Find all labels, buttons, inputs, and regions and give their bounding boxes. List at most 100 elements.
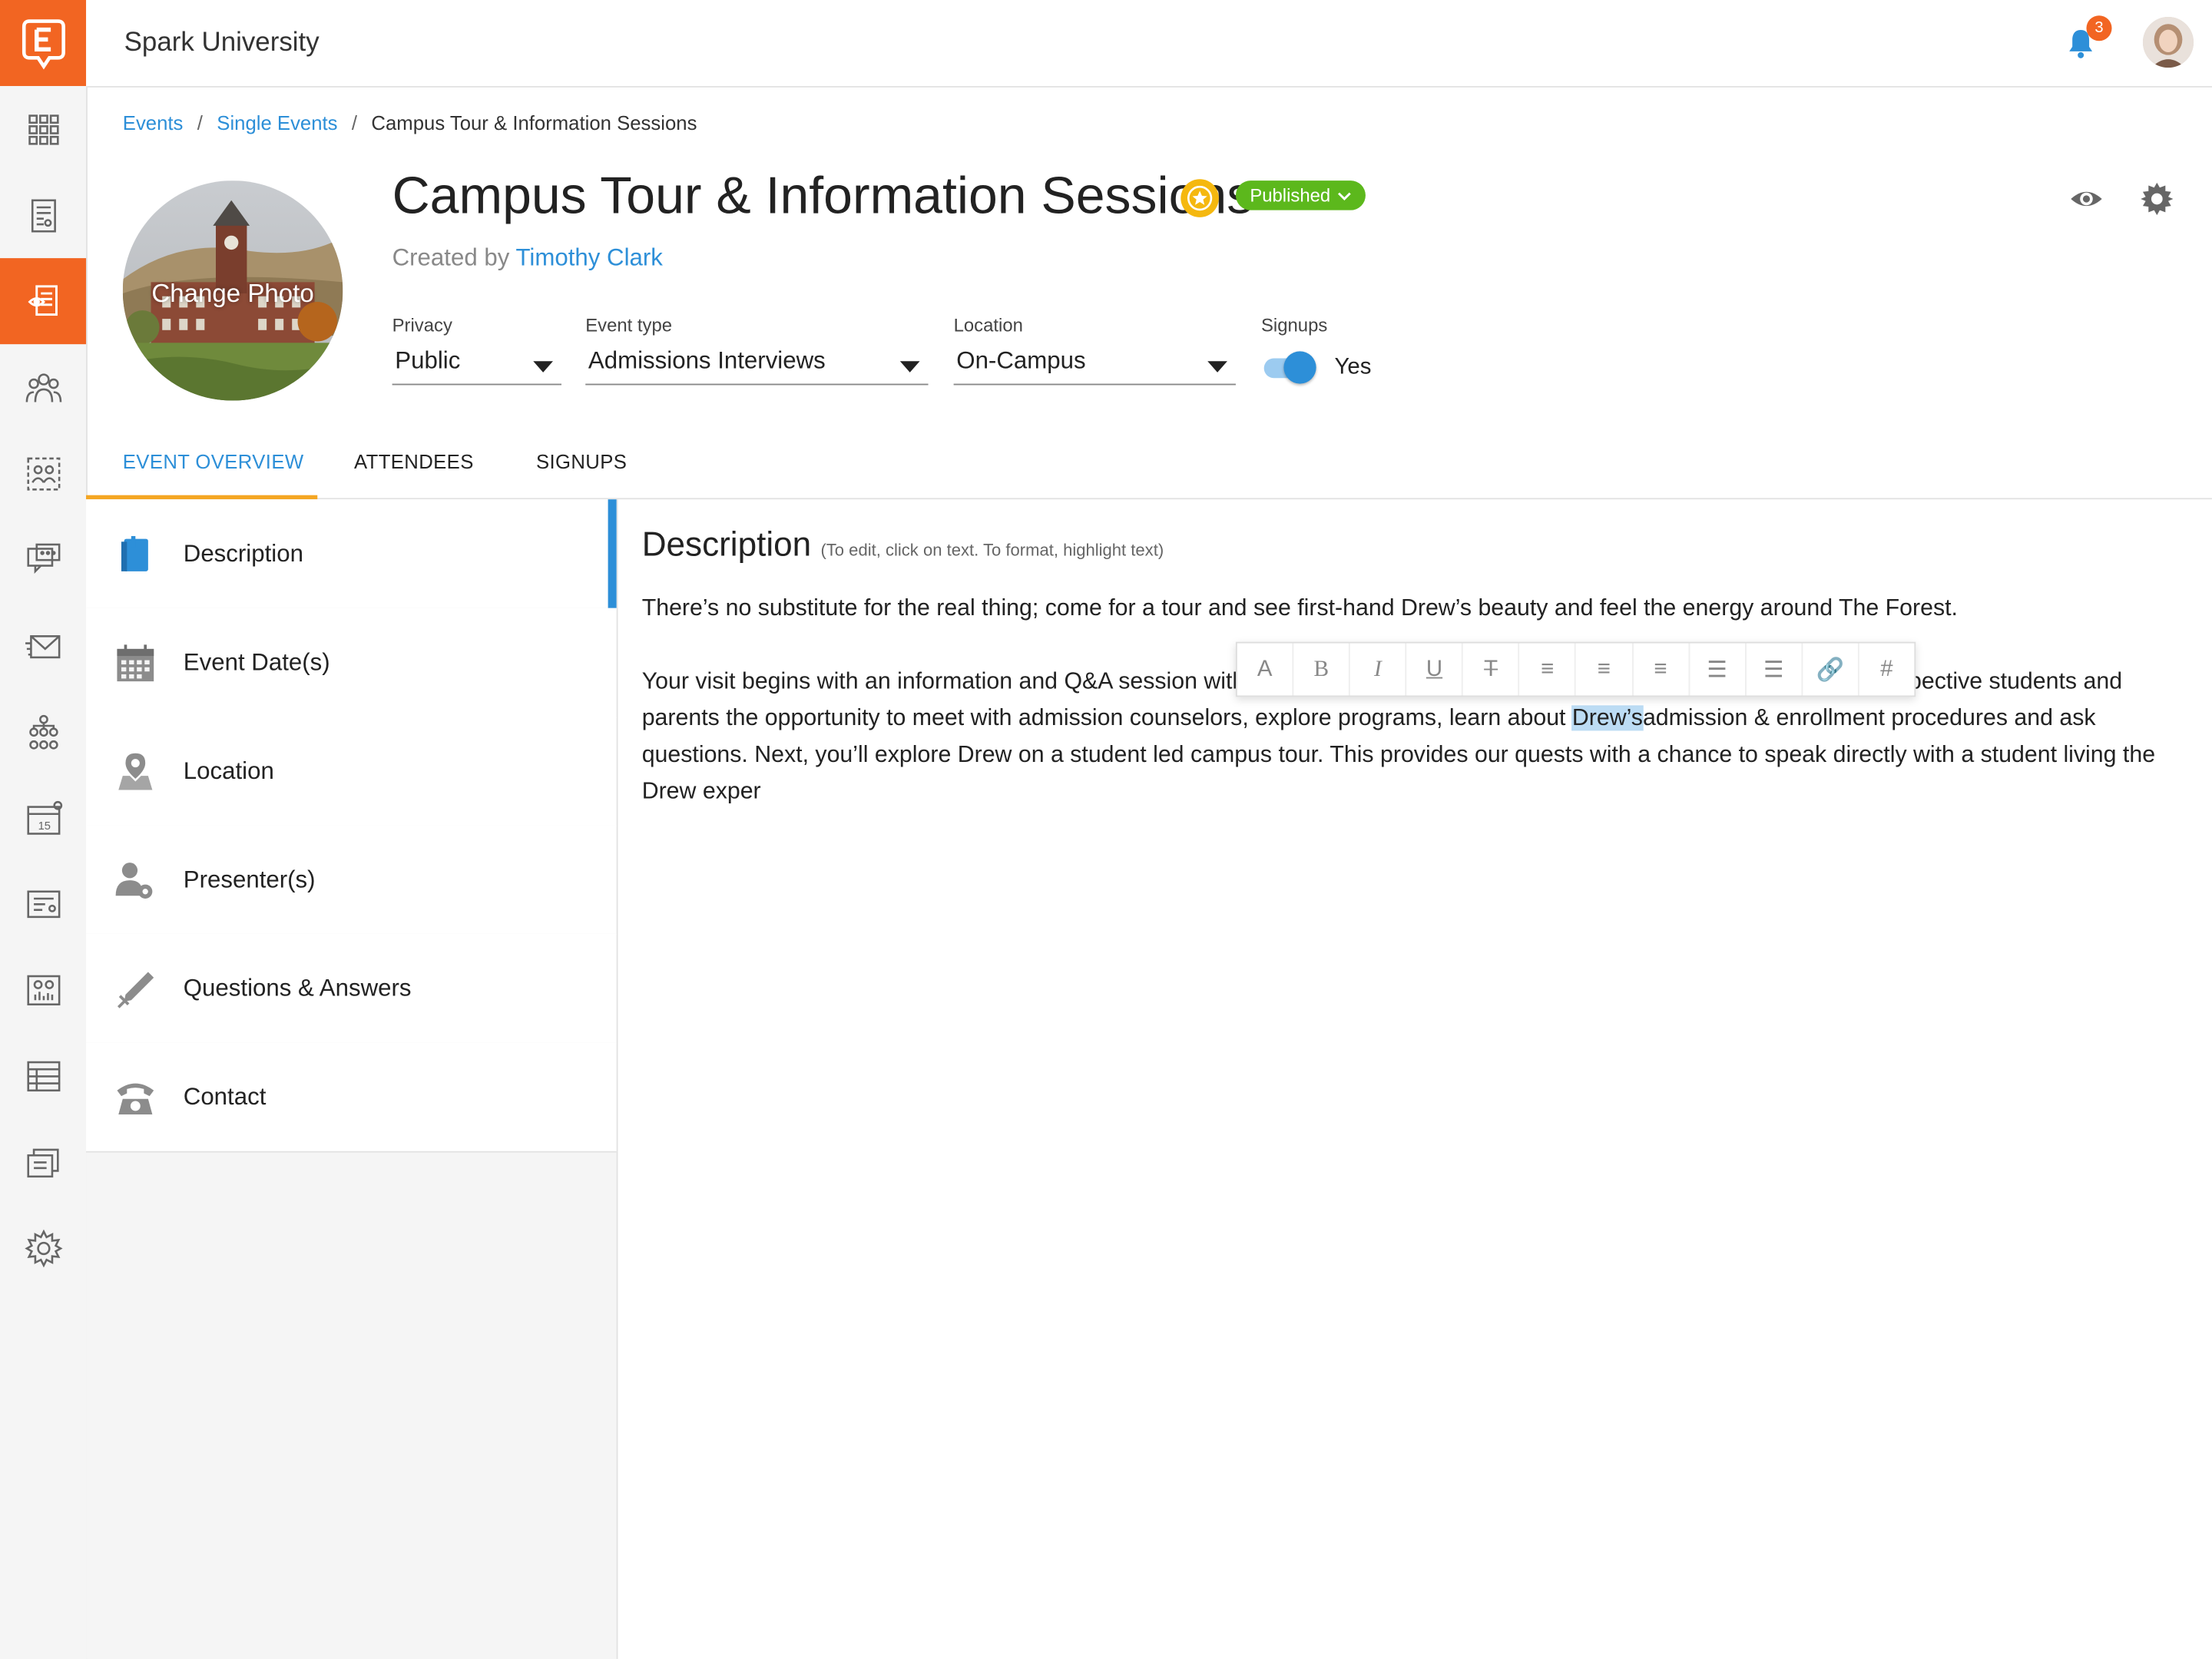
section-sidebar: Description Event Date(s) Location Prese… <box>86 499 618 1659</box>
signups-toggle[interactable] <box>1261 351 1317 384</box>
breadcrumb: Events / Single Events / Campus Tour & I… <box>123 111 697 134</box>
bold-icon: B <box>1313 656 1330 681</box>
status-published-dropdown[interactable]: Published <box>1235 180 1366 210</box>
rail-table[interactable] <box>0 1032 86 1118</box>
event-photo[interactable]: Change Photo <box>122 180 343 401</box>
created-by: Created by Timothy Clark <box>392 244 663 273</box>
logo-icon <box>22 18 65 69</box>
dashboard-grid-icon <box>28 114 58 144</box>
location-value: On-Campus <box>956 346 1086 374</box>
analytics-icon <box>26 974 60 1005</box>
contacts-icon <box>26 456 60 490</box>
book-icon <box>121 535 148 571</box>
selected-text: Drew’s <box>1571 705 1643 731</box>
hashtag-icon: # <box>1880 656 1893 681</box>
rail-events[interactable] <box>0 258 87 345</box>
rail-settings[interactable] <box>0 1205 86 1291</box>
calendar-icon: 15 <box>26 800 62 834</box>
location-select[interactable]: On-Campus <box>953 346 1236 386</box>
link-button[interactable]: 🔗 <box>1803 643 1859 696</box>
paragraph-text: admission & enrollment procedures and as… <box>1642 705 2096 731</box>
rail-documents[interactable] <box>0 172 86 258</box>
rail-dashboard[interactable] <box>0 86 86 172</box>
rail-analytics[interactable] <box>0 946 86 1032</box>
form-icon <box>26 889 60 918</box>
app-logo[interactable] <box>0 0 87 87</box>
section-item-presenters[interactable]: Presenter(s) <box>86 825 617 935</box>
underline-button[interactable]: U <box>1407 643 1464 696</box>
clear-format-button[interactable]: T <box>1463 643 1520 696</box>
rail-people[interactable] <box>0 344 86 430</box>
document-list-icon <box>31 198 55 232</box>
align-left-button[interactable]: ≡ <box>1520 643 1577 696</box>
table-icon <box>26 1060 60 1091</box>
italic-button[interactable]: I <box>1350 643 1407 696</box>
user-gear-icon <box>115 863 153 899</box>
align-left-icon: ≡ <box>1541 656 1555 681</box>
italic-icon: I <box>1374 656 1382 681</box>
font-size-button[interactable]: A <box>1237 643 1294 696</box>
paragraph-text: questions. Next, you’ll explore Drew on … <box>641 742 2156 804</box>
tab-event-overview[interactable]: EVENT OVERVIEW <box>123 450 304 472</box>
people-group-icon <box>25 373 61 402</box>
location-label: Location <box>953 314 1023 336</box>
description-paragraph-1[interactable]: There’s no substitute for the real thing… <box>642 590 2158 627</box>
event-title[interactable]: Campus Tour & Information Sessions <box>392 167 1253 226</box>
organization-name: Spark University <box>124 28 320 58</box>
breadcrumb-events[interactable]: Events <box>123 111 184 134</box>
section-label: Contact <box>183 1083 267 1111</box>
section-item-event-dates[interactable]: Event Date(s) <box>86 608 617 718</box>
creator-link[interactable]: Timothy Clark <box>515 244 662 271</box>
breadcrumb-separator: / <box>197 111 203 134</box>
rail-pages[interactable] <box>0 1119 86 1205</box>
rail-org-chart[interactable] <box>0 688 86 774</box>
bold-button[interactable]: B <box>1293 643 1351 696</box>
paragraph-text: parents the opportunity to meet with adm… <box>641 705 1572 731</box>
top-bar: Spark University 3 <box>0 0 2212 88</box>
rail-contacts[interactable] <box>0 430 86 516</box>
hashtag-button[interactable]: # <box>1859 644 1915 696</box>
chevron-down-icon <box>1338 191 1351 200</box>
link-icon: 🔗 <box>1816 657 1845 683</box>
preview-eye-icon[interactable] <box>2068 180 2105 217</box>
settings-gear-icon[interactable] <box>2138 180 2175 217</box>
align-center-button[interactable]: ≡ <box>1576 643 1634 696</box>
user-avatar-image <box>2142 17 2194 68</box>
caret-down-icon <box>899 361 920 373</box>
bullet-list-button[interactable]: ☰ <box>1690 643 1747 696</box>
rail-forms[interactable] <box>0 860 86 946</box>
rail-chat[interactable] <box>0 516 86 602</box>
chat-icon <box>26 542 60 574</box>
tab-attendees[interactable]: ATTENDEES <box>354 450 474 472</box>
underline-icon: U <box>1426 656 1443 681</box>
content-hint: (To edit, click on text. To format, high… <box>820 540 1164 561</box>
event-type-select[interactable]: Admissions Interviews <box>585 347 929 386</box>
section-item-contact[interactable]: Contact <box>86 1042 617 1153</box>
mail-icon <box>25 634 60 658</box>
privacy-value: Public <box>395 346 461 374</box>
format-toolbar: A B I U T ≡ ≡ ≡ ☰ ☰ 🔗 # <box>1235 641 1916 697</box>
align-right-icon: ≡ <box>1654 656 1667 681</box>
icon-rail: 15 <box>0 86 88 1659</box>
rail-calendar[interactable]: 15 <box>0 774 86 860</box>
numbered-list-icon: ☰ <box>1763 657 1784 683</box>
section-label: Presenter(s) <box>183 866 316 893</box>
paragraph-text: Your visit begins with an information an… <box>641 668 1246 694</box>
breadcrumb-separator: / <box>351 111 358 134</box>
rail-mail[interactable] <box>0 602 86 688</box>
breadcrumb-single-events[interactable]: Single Events <box>217 111 337 134</box>
numbered-list-button[interactable]: ☰ <box>1746 643 1803 696</box>
section-label: Questions & Answers <box>183 975 412 1002</box>
tab-signups[interactable]: SIGNUPS <box>536 450 627 472</box>
toggle-knob <box>1283 351 1316 384</box>
signups-value: Yes <box>1334 355 1372 380</box>
section-item-questions-answers[interactable]: Questions & Answers <box>86 933 617 1045</box>
align-right-button[interactable]: ≡ <box>1633 643 1690 696</box>
user-avatar[interactable] <box>2142 17 2194 68</box>
section-item-location[interactable]: Location <box>86 717 617 827</box>
privacy-select[interactable]: Public <box>392 346 562 386</box>
featured-star-icon[interactable] <box>1181 179 1219 217</box>
change-photo-label: Change Photo <box>151 279 314 308</box>
section-label: Location <box>183 757 274 785</box>
section-item-description[interactable]: Description <box>86 499 617 610</box>
